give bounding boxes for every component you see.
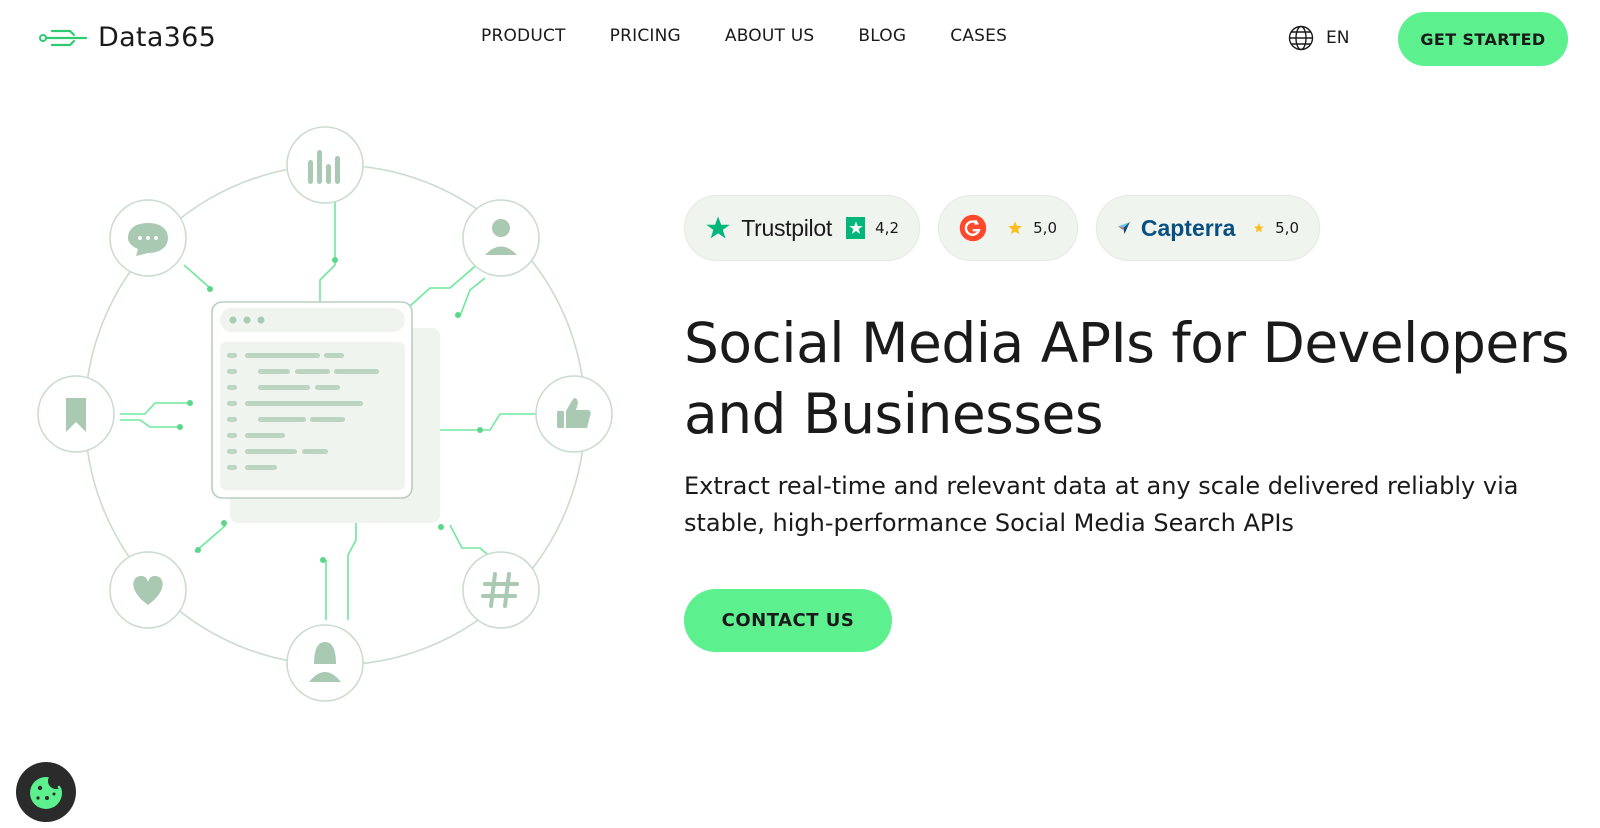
network-diagram bbox=[37, 126, 613, 702]
g2-score: 5,0 bbox=[1033, 219, 1057, 237]
cookie-icon bbox=[30, 773, 64, 809]
nav-item-pricing[interactable]: PRICING bbox=[610, 26, 681, 46]
language-selector[interactable]: EN bbox=[1288, 25, 1349, 51]
capterra-name: Capterra bbox=[1140, 214, 1236, 241]
capterra-badge[interactable]: Capterra 5,0 bbox=[1096, 195, 1320, 261]
bar-chart-icon bbox=[286, 126, 364, 204]
chat-bubble-icon bbox=[109, 199, 187, 277]
bookmark-icon bbox=[37, 375, 115, 453]
nav-item-product[interactable]: PRODUCT bbox=[481, 26, 566, 46]
rating-badges: Trustpilot 4,2 2 5,0 Capterra 5,0 bbox=[684, 195, 1320, 261]
hashtag-icon bbox=[462, 551, 540, 629]
logo[interactable]: Data365 bbox=[38, 22, 216, 53]
trustpilot-star-icon bbox=[706, 216, 730, 239]
thumbs-up-icon bbox=[535, 375, 613, 453]
hero-subtitle: Extract real-time and relevant data at a… bbox=[684, 472, 1519, 537]
g2-logo-icon: 2 bbox=[959, 214, 987, 242]
contact-us-button[interactable]: CONTACT US bbox=[684, 589, 892, 652]
svg-text:2: 2 bbox=[974, 220, 978, 226]
capterra-score: 5,0 bbox=[1275, 219, 1299, 237]
get-started-button[interactable]: GET STARTED bbox=[1398, 12, 1568, 66]
star-icon bbox=[1008, 221, 1022, 235]
nav-item-cases[interactable]: CASES bbox=[950, 26, 1007, 46]
star-icon bbox=[1254, 223, 1265, 233]
globe-icon bbox=[1288, 25, 1314, 51]
user-icon bbox=[462, 199, 540, 277]
hero-title: Social Media APIs for Developers and Bus… bbox=[684, 311, 1570, 446]
main-nav: PRODUCT PRICING ABOUT US BLOG CASES bbox=[481, 26, 1051, 46]
cookie-settings-button[interactable] bbox=[16, 762, 76, 822]
trustpilot-badge[interactable]: Trustpilot 4,2 bbox=[684, 195, 920, 261]
site-header: Data365 PRODUCT PRICING ABOUT US BLOG CA… bbox=[0, 0, 1600, 76]
trustpilot-rating-star bbox=[845, 217, 866, 239]
trustpilot-score: 4,2 bbox=[875, 219, 899, 237]
nav-item-blog[interactable]: BLOG bbox=[858, 26, 906, 46]
heart-icon bbox=[109, 551, 187, 629]
language-label: EN bbox=[1326, 28, 1350, 48]
woman-user-icon bbox=[286, 624, 364, 702]
circuit-lines-icon bbox=[39, 29, 88, 46]
logo-text: Data365 bbox=[98, 22, 217, 53]
hero-illustration bbox=[30, 120, 640, 720]
g2-badge[interactable]: 2 5,0 bbox=[938, 195, 1078, 261]
trustpilot-name: Trustpilot bbox=[741, 214, 832, 241]
capterra-arrow-icon bbox=[1118, 222, 1130, 234]
nav-item-about-us[interactable]: ABOUT US bbox=[725, 26, 814, 46]
